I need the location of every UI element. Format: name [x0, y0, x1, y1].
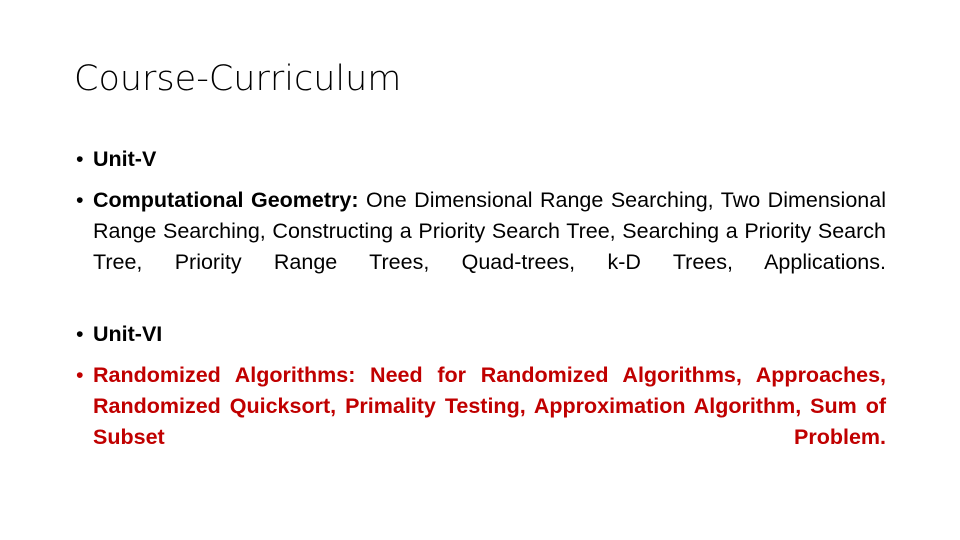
bullet-heading: Unit-VI — [93, 322, 163, 346]
slide-body: • Unit-V • Computational Geometry: One Dim… — [62, 144, 886, 484]
bullet-item-unit-vi: • Unit-VI — [62, 319, 886, 350]
bullet-heading: Unit-V — [93, 147, 157, 171]
bullet-marker-icon: • — [76, 363, 84, 387]
slide-canvas: Course-Curriculum • Unit-V • Computational… — [0, 0, 960, 540]
bullet-heading: Randomized Algorithms: — [93, 363, 356, 387]
bullet-marker-icon: • — [76, 322, 84, 346]
bullet-marker-icon: • — [76, 147, 84, 171]
bullet-item-computational-geometry: • Computational Geometry: One Dimensional… — [62, 185, 886, 309]
page-title: Course-Curriculum — [74, 59, 402, 99]
bullet-item-randomized-algorithms: • Randomized Algorithms: Need for Randomi… — [62, 360, 886, 484]
bullet-item-unit-v: • Unit-V — [62, 144, 886, 175]
bullet-heading: Computational Geometry: — [93, 188, 359, 212]
bullet-marker-icon: • — [76, 188, 84, 212]
